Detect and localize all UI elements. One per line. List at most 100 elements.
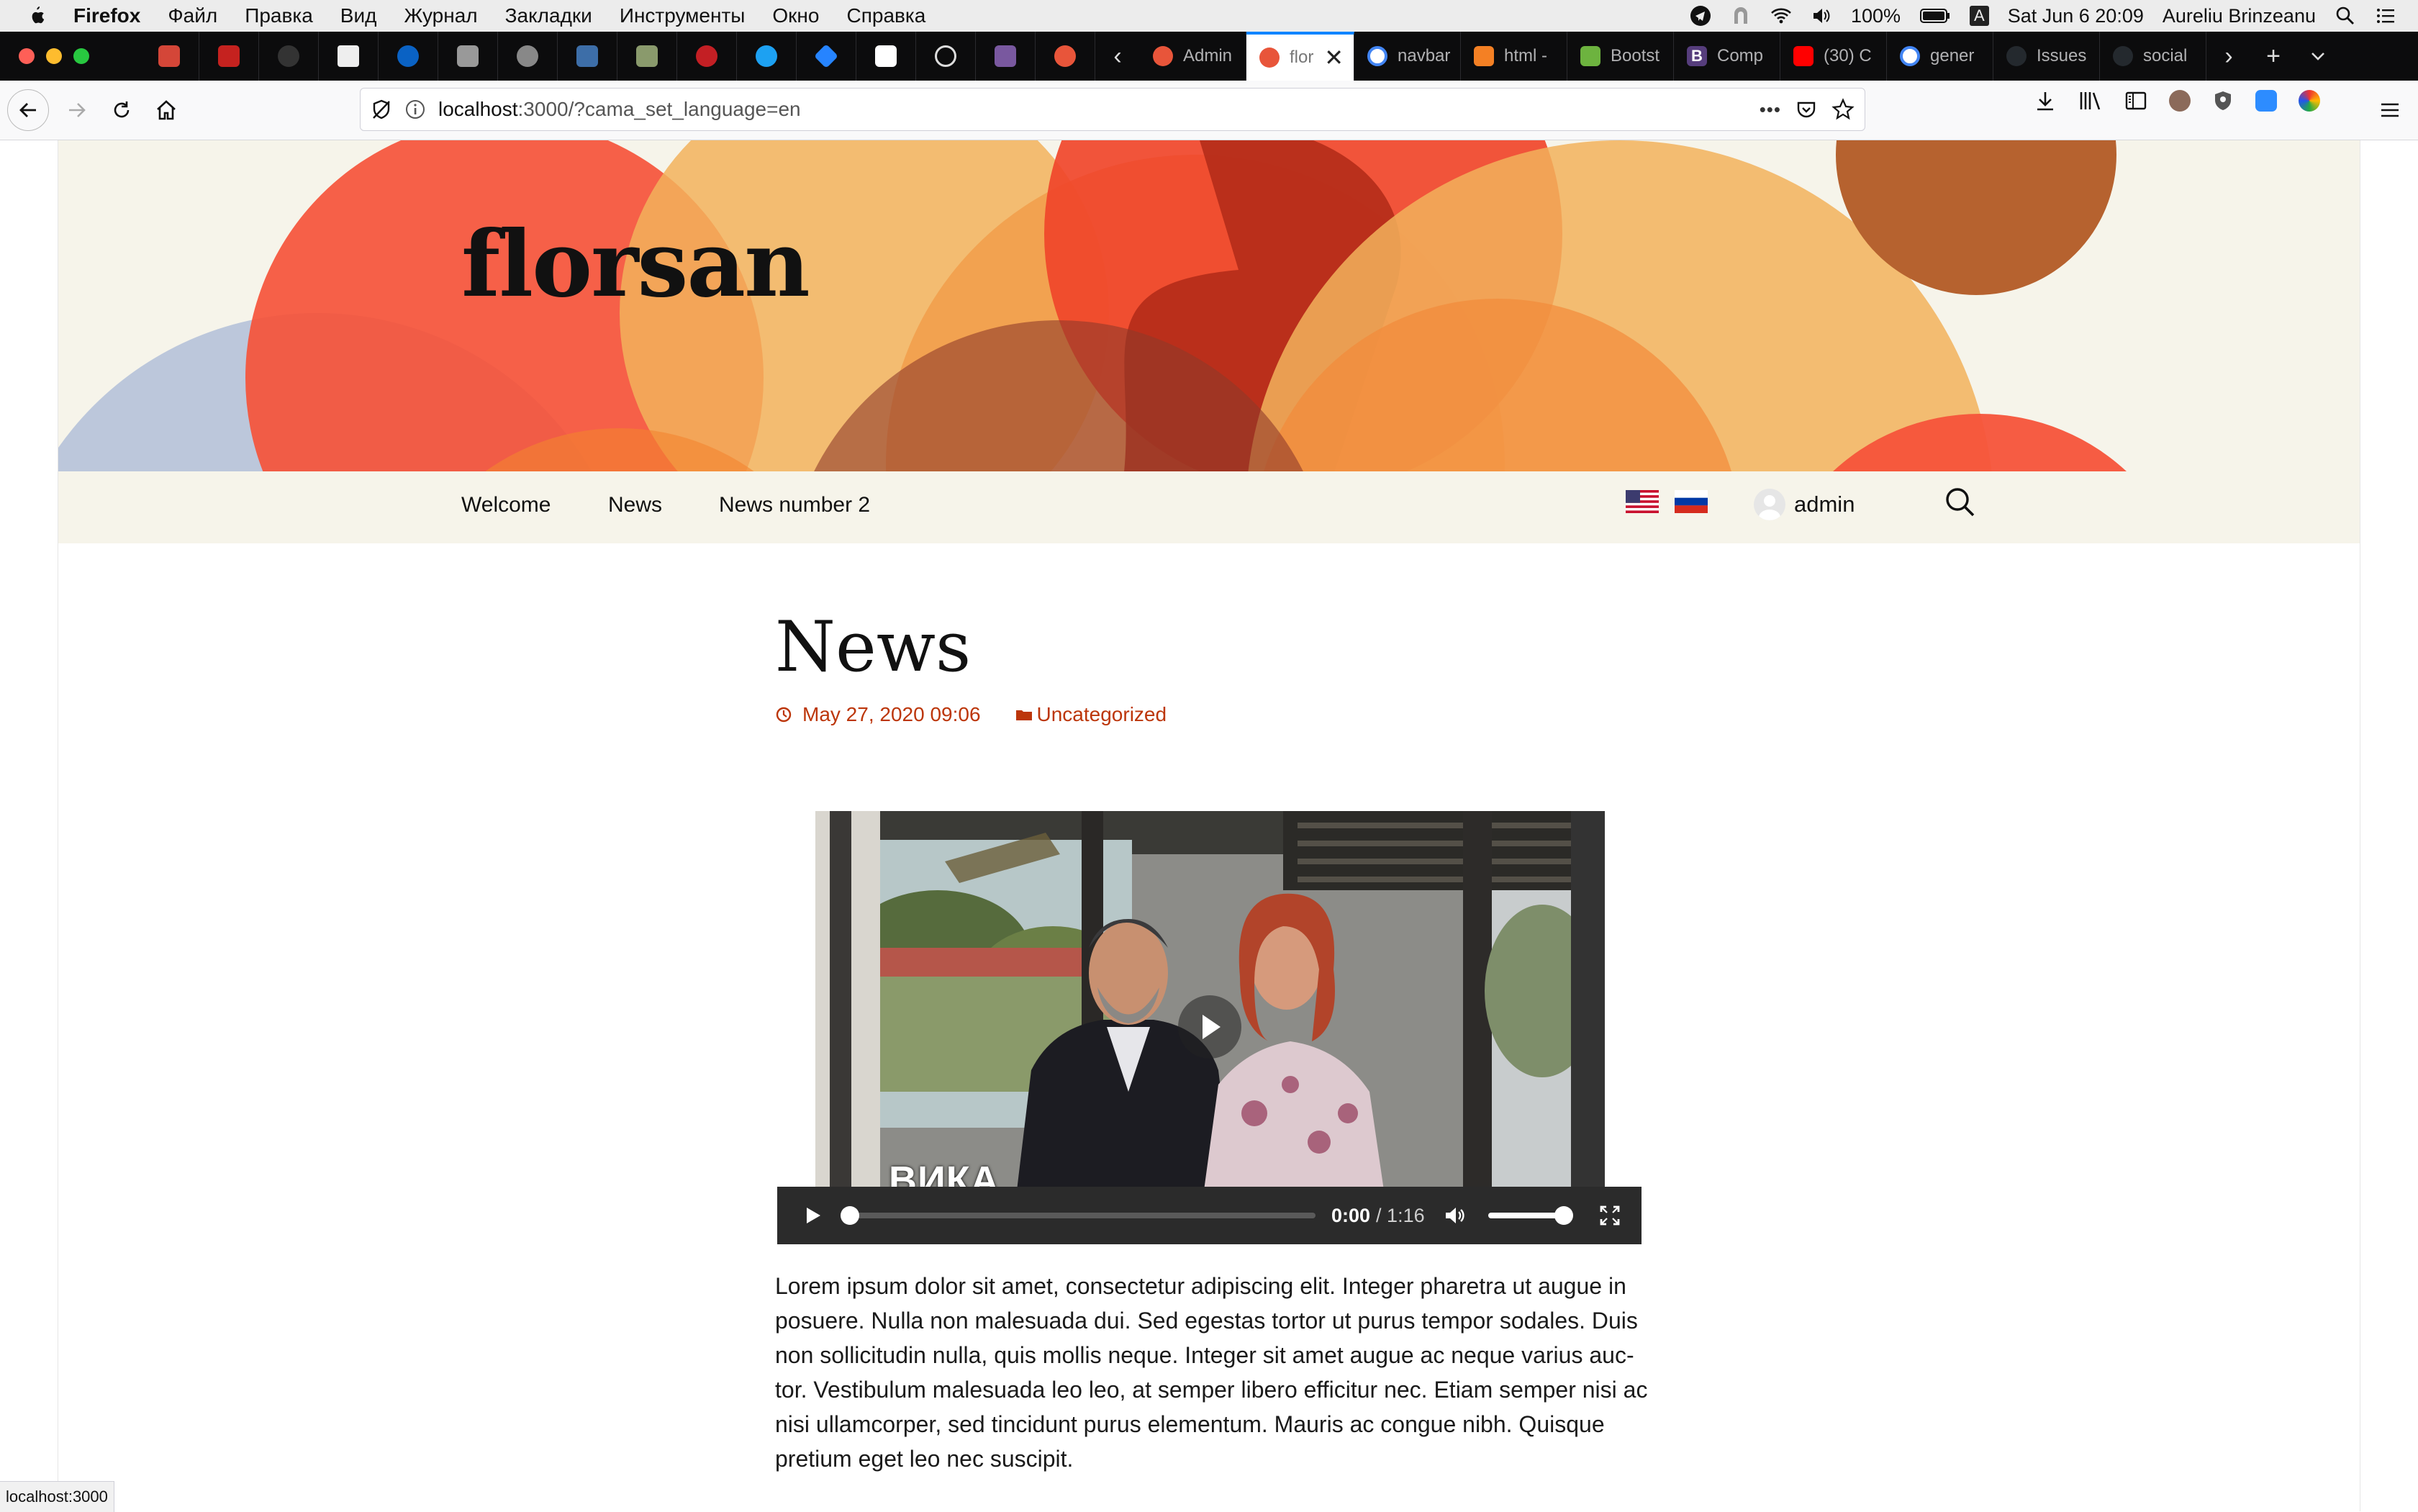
pinned-tab[interactable] (199, 32, 259, 81)
video-progress-bar[interactable] (841, 1206, 1316, 1225)
scroll-tabs-left-button[interactable]: ‹ (1095, 32, 1140, 81)
reload-button[interactable] (101, 89, 142, 131)
fullscreen-icon[interactable] (1599, 1205, 1621, 1226)
bookmark-star-icon[interactable] (1831, 98, 1855, 121)
tab-bootstrap[interactable]: Bootst (1567, 32, 1674, 81)
tab-admin[interactable]: Admin (1140, 32, 1246, 81)
library-icon[interactable] (2078, 89, 2103, 112)
minimize-window-button[interactable] (46, 48, 62, 64)
volume-icon[interactable] (1811, 5, 1832, 27)
wifi-icon[interactable] (1770, 5, 1792, 27)
tab-stackoverflow[interactable]: html - (1461, 32, 1567, 81)
header-circles-artwork (58, 140, 2127, 471)
menu-tools[interactable]: Инструменты (620, 4, 746, 27)
forward-button[interactable] (56, 89, 98, 131)
tab-youtube[interactable]: (30) C (1780, 32, 1887, 81)
pinned-tab[interactable] (498, 32, 558, 81)
home-button[interactable] (145, 89, 187, 131)
site-info-icon[interactable] (405, 99, 425, 119)
extension-avatar-icon[interactable] (2169, 90, 2191, 112)
tab-florsan-active[interactable]: flor ✕ (1246, 32, 1354, 81)
russia-flag-icon[interactable] (1675, 490, 1708, 513)
pinned-tab[interactable] (140, 32, 199, 81)
nav-link-news-number-2[interactable]: News number 2 (719, 493, 870, 517)
pinned-tab[interactable] (558, 32, 617, 81)
post-date-link[interactable]: May 27, 2020 09:06 (775, 703, 981, 726)
pinned-tab[interactable] (438, 32, 498, 81)
url-bar[interactable]: localhost:3000/?cama_set_language=en ••• (360, 88, 1865, 131)
url-text[interactable]: localhost:3000/?cama_set_language=en (438, 98, 801, 121)
download-icon[interactable] (2034, 89, 2057, 112)
tab-github-social[interactable]: social (2100, 32, 2206, 81)
avatar (1754, 489, 1785, 520)
video-player[interactable]: ВИКА (815, 811, 1605, 1190)
peach-icon (1259, 47, 1280, 68)
site-title[interactable]: florsan (461, 211, 810, 317)
menubar-clock[interactable]: Sat Jun 6 20:09 (2008, 5, 2144, 27)
us-flag-icon[interactable] (1626, 490, 1659, 513)
pinned-tab[interactable] (1036, 32, 1095, 81)
color-picker-extension-icon[interactable] (2299, 90, 2320, 112)
volume-slider[interactable] (1488, 1206, 1573, 1225)
apple-icon[interactable] (29, 6, 45, 25)
menu-bookmarks[interactable]: Закладки (505, 4, 592, 27)
tab-github-issues[interactable]: Issues (1993, 32, 2100, 81)
pinned-tab[interactable] (319, 32, 379, 81)
menu-view[interactable]: Вид (340, 4, 377, 27)
new-tab-button[interactable]: + (2251, 32, 2296, 81)
menu-help[interactable]: Справка (846, 4, 925, 27)
menu-window[interactable]: Окно (772, 4, 819, 27)
user-menu[interactable]: admin (1754, 489, 1855, 520)
page-actions-button[interactable]: ••• (1760, 99, 1781, 121)
back-button[interactable] (7, 89, 49, 131)
header-banner[interactable]: florsan (58, 140, 2360, 471)
puzzle-icon (457, 45, 479, 67)
menu-file[interactable]: Файл (168, 4, 217, 27)
tab-components[interactable]: B Comp (1674, 32, 1780, 81)
pinned-tab[interactable] (259, 32, 319, 81)
zoom-window-button[interactable] (73, 48, 89, 64)
menu-history[interactable]: Журнал (404, 4, 477, 27)
nav-link-news[interactable]: News (608, 493, 662, 517)
volume-handle[interactable] (1554, 1206, 1573, 1225)
pinned-tab[interactable] (797, 32, 856, 81)
menubar-user[interactable]: Aureliu Brinzeanu (2163, 5, 2316, 27)
list-all-tabs-button[interactable] (2296, 32, 2340, 81)
play-icon[interactable] (802, 1205, 823, 1226)
chevron-left-icon: ‹ (1113, 42, 1122, 70)
progress-handle[interactable] (841, 1206, 859, 1225)
pinned-tab[interactable] (856, 32, 916, 81)
pocket-icon[interactable] (1796, 99, 1817, 120)
peach-icon (1054, 45, 1076, 67)
pinned-tab[interactable] (617, 32, 677, 81)
telegram-icon[interactable] (1690, 5, 1711, 27)
tab-navbar[interactable]: navbar (1354, 32, 1461, 81)
privacy-badger-icon[interactable] (2212, 90, 2234, 112)
tab-google-generic[interactable]: gener (1887, 32, 1993, 81)
tab-label: Admin (1183, 46, 1233, 65)
post-category-link[interactable]: Uncategorized (1015, 703, 1167, 726)
zoom-extension-icon[interactable] (2255, 90, 2277, 112)
vpn-icon[interactable] (1730, 5, 1752, 27)
github-icon (278, 45, 299, 67)
menu-edit[interactable]: Правка (245, 4, 313, 27)
battery-icon[interactable] (1919, 5, 1951, 27)
hamburger-menu-icon[interactable] (2379, 99, 2401, 121)
notification-center-icon[interactable] (2375, 5, 2396, 27)
close-window-button[interactable] (19, 48, 35, 64)
sidebar-icon[interactable] (2124, 89, 2147, 112)
tracking-protection-off-icon[interactable] (371, 99, 392, 120)
search-icon[interactable] (1944, 486, 1977, 519)
pinned-tab[interactable] (677, 32, 737, 81)
pinned-tab[interactable] (737, 32, 797, 81)
pinned-tab[interactable] (916, 32, 976, 81)
pinned-tab[interactable] (976, 32, 1036, 81)
volume-icon[interactable] (1444, 1205, 1468, 1226)
pinned-tab[interactable] (379, 32, 438, 81)
close-tab-icon[interactable]: ✕ (1324, 44, 1344, 71)
menu-app-name[interactable]: Firefox (73, 4, 140, 27)
nav-link-welcome[interactable]: Welcome (461, 493, 551, 517)
keyboard-layout-indicator[interactable]: A (1970, 6, 1989, 26)
spotlight-search-icon[interactable] (2335, 5, 2356, 27)
scroll-tabs-right-button[interactable]: › (2206, 32, 2251, 81)
